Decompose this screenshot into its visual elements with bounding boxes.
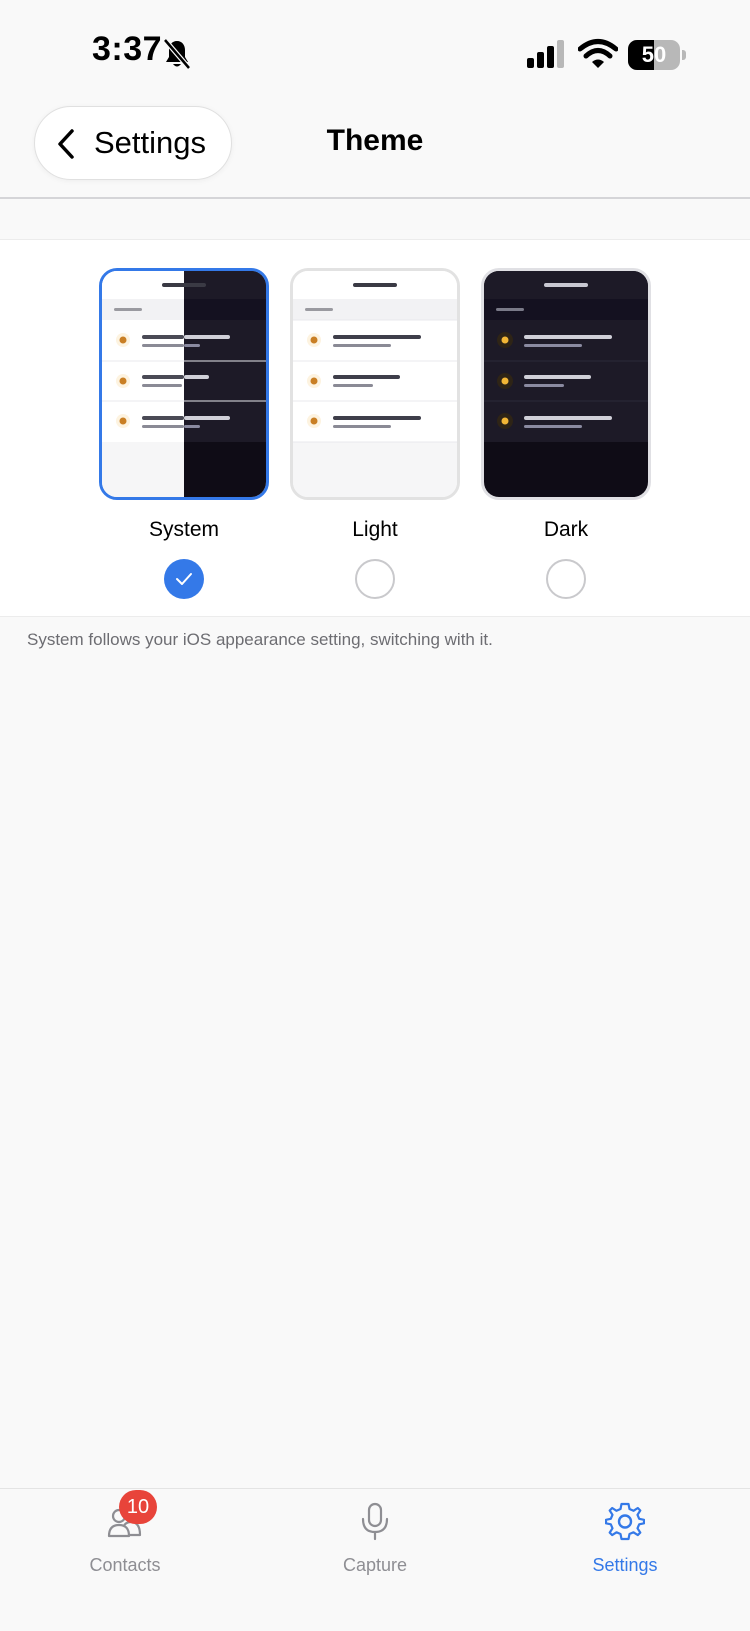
checkmark-icon [176, 573, 192, 585]
tab-capture[interactable]: Capture [285, 1489, 465, 1589]
theme-picker: System Light Dark [0, 239, 750, 617]
theme-option-light[interactable]: Light [290, 268, 460, 599]
microphone-icon [361, 1502, 389, 1541]
radio-light[interactable] [355, 559, 395, 599]
theme-option-label: Light [352, 518, 398, 541]
theme-hint-text: System follows your iOS appearance setti… [27, 630, 493, 649]
tab-bar: Contacts Capture Settings [0, 1488, 750, 1631]
bell-slash-icon [163, 38, 191, 70]
radio-system[interactable] [164, 559, 204, 599]
contacts-badge: 10 [119, 1490, 157, 1524]
radio-dark[interactable] [546, 559, 586, 599]
wifi-icon [578, 39, 618, 68]
status-time: 3:37 [92, 30, 163, 68]
tab-settings[interactable]: Settings [535, 1489, 715, 1589]
tab-label: Contacts [89, 1555, 161, 1575]
theme-option-label: Dark [543, 518, 589, 541]
page-title: Theme [326, 124, 424, 157]
status-bar: 3:37 50 [0, 0, 750, 100]
tab-label: Settings [592, 1555, 658, 1575]
theme-option-system[interactable]: System [99, 268, 269, 599]
light-theme-preview[interactable] [290, 268, 460, 500]
theme-option-dark[interactable]: Dark [481, 268, 651, 599]
system-theme-preview[interactable] [99, 268, 269, 500]
gear-icon [605, 1502, 645, 1541]
battery-level: 50 [641, 42, 667, 67]
cellular-signal-icon [527, 40, 564, 68]
battery-indicator: 50 [628, 40, 686, 70]
dark-preview-illustration [484, 271, 648, 497]
light-preview-illustration [293, 271, 457, 497]
system-preview-illustration [102, 271, 266, 497]
dark-theme-preview[interactable] [481, 268, 651, 500]
theme-option-label: System [148, 518, 219, 541]
navigation-bar: Settings Theme [0, 100, 750, 199]
tab-label: Capture [342, 1555, 408, 1575]
